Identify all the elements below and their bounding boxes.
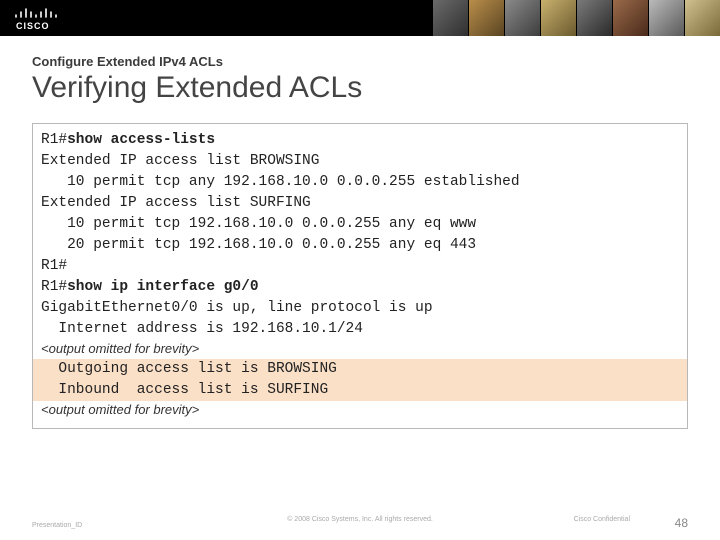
omitted-note: <output omitted for brevity> — [41, 401, 679, 420]
terminal-line: GigabitEthernet0/0 is up, line protocol … — [41, 298, 679, 319]
slide-content: Configure Extended IPv4 ACLs Verifying E… — [0, 36, 720, 429]
terminal-line: R1#show ip interface g0/0 — [41, 277, 679, 298]
terminal-line: R1# — [41, 256, 679, 277]
prompt: R1# — [41, 132, 67, 148]
terminal-line: 20 permit tcp 192.168.10.0 0.0.0.255 any… — [41, 235, 679, 256]
terminal-line: Internet address is 192.168.10.1/24 — [41, 319, 679, 340]
highlighted-block: Outgoing access list is BROWSING Inbound… — [33, 359, 687, 401]
slide-title: Verifying Extended ACLs — [32, 71, 688, 105]
terminal-line: 10 permit tcp 192.168.10.0 0.0.0.255 any… — [41, 214, 679, 235]
terminal-line: Outgoing access list is BROWSING — [41, 359, 679, 380]
terminal-output: R1#show access-lists Extended IP access … — [32, 123, 688, 429]
footer-copyright: © 2008 Cisco Systems, Inc. All rights re… — [287, 516, 433, 523]
banner-photos — [432, 0, 720, 36]
omitted-note: <output omitted for brevity> — [41, 340, 679, 359]
cisco-logo-icon: CISCO — [12, 3, 70, 33]
banner-photo — [648, 0, 684, 36]
banner-photo — [612, 0, 648, 36]
command: show access-lists — [67, 132, 215, 148]
svg-text:CISCO: CISCO — [16, 21, 50, 31]
slide-subtitle: Configure Extended IPv4 ACLs — [32, 54, 688, 69]
banner-photo — [504, 0, 540, 36]
top-banner: CISCO — [0, 0, 720, 36]
banner-photo — [468, 0, 504, 36]
command: show ip interface g0/0 — [67, 279, 258, 295]
terminal-line: Inbound access list is SURFING — [41, 380, 679, 401]
slide-footer: Presentation_ID © 2008 Cisco Systems, In… — [0, 516, 720, 530]
banner-photo — [684, 0, 720, 36]
banner-photo — [540, 0, 576, 36]
terminal-line: R1#show access-lists — [41, 130, 679, 151]
page-number: 48 — [675, 516, 688, 530]
terminal-line: 10 permit tcp any 192.168.10.0 0.0.0.255… — [41, 172, 679, 193]
footer-left: Presentation_ID — [32, 522, 82, 529]
terminal-line: Extended IP access list BROWSING — [41, 151, 679, 172]
prompt: R1# — [41, 279, 67, 295]
banner-photo — [576, 0, 612, 36]
banner-photo — [432, 0, 468, 36]
footer-confidential: Cisco Confidential — [574, 516, 630, 523]
terminal-line: Extended IP access list SURFING — [41, 193, 679, 214]
